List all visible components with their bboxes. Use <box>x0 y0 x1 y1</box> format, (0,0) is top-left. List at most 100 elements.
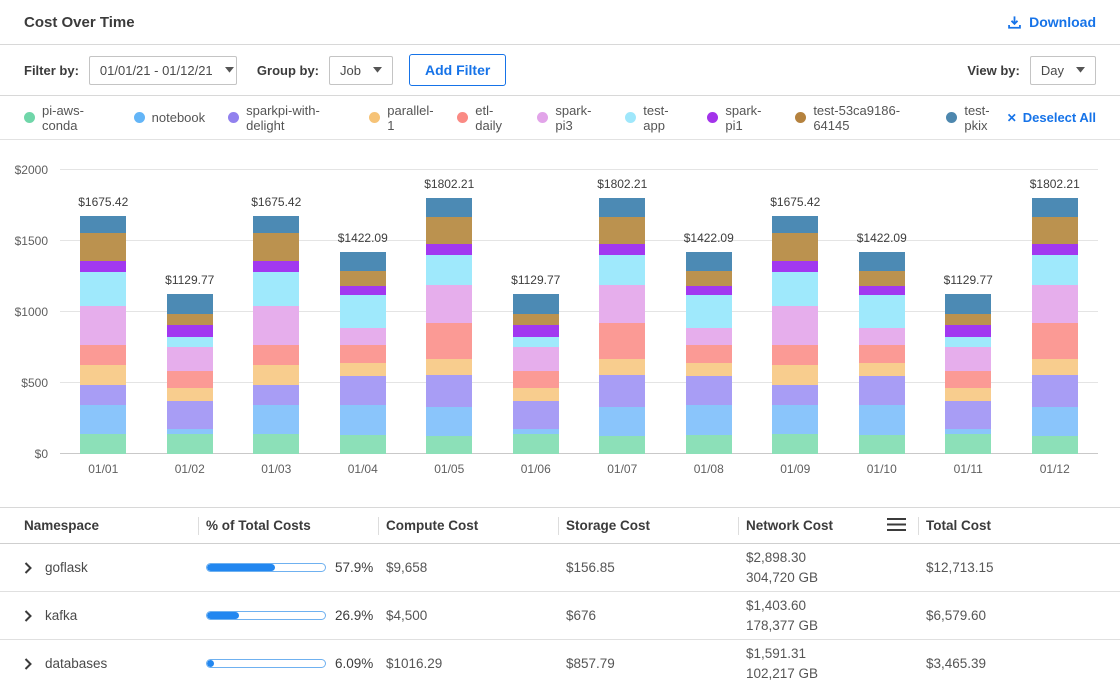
legend-item-pi-aws-conda[interactable]: pi-aws-conda <box>24 103 111 133</box>
bar-segment-spark-pi3[interactable] <box>426 285 472 322</box>
bar-segment-test-53ca9186-64145[interactable] <box>599 217 645 244</box>
bar-segment-parallel-1[interactable] <box>599 359 645 374</box>
bar-segment-test-app[interactable] <box>599 255 645 286</box>
bar-segment-etl-daily[interactable] <box>945 371 991 388</box>
bar-segment-sparkpi-with-delight[interactable] <box>426 375 472 408</box>
bar-segment-test-app[interactable] <box>513 337 559 347</box>
bar-segment-notebook[interactable] <box>772 405 818 435</box>
bar-segment-pi-aws-conda[interactable] <box>1032 436 1078 454</box>
bar-segment-etl-daily[interactable] <box>513 371 559 388</box>
bar-segment-test-53ca9186-64145[interactable] <box>167 314 213 326</box>
bar-stack[interactable] <box>772 216 818 454</box>
bar-segment-test-app[interactable] <box>426 255 472 286</box>
bar-segment-spark-pi3[interactable] <box>1032 285 1078 322</box>
bar-segment-test-pkix[interactable] <box>859 252 905 271</box>
bar-segment-etl-daily[interactable] <box>426 323 472 359</box>
bar-segment-notebook[interactable] <box>426 407 472 436</box>
legend-item-etl-daily[interactable]: etl-daily <box>457 103 514 133</box>
bar-segment-spark-pi1[interactable] <box>426 244 472 254</box>
bar-segment-spark-pi3[interactable] <box>340 328 386 345</box>
bar-segment-etl-daily[interactable] <box>167 371 213 388</box>
bar-segment-parallel-1[interactable] <box>945 388 991 401</box>
bar-segment-spark-pi3[interactable] <box>945 347 991 371</box>
expand-row-icon[interactable] <box>24 562 32 574</box>
add-filter-button[interactable]: Add Filter <box>409 54 506 86</box>
bar-segment-pi-aws-conda[interactable] <box>599 436 645 454</box>
bar-segment-pi-aws-conda[interactable] <box>859 435 905 454</box>
bar-stack[interactable] <box>859 252 905 454</box>
deselect-all-button[interactable]: ✕ Deselect All <box>1007 110 1096 125</box>
bar-stack[interactable] <box>513 294 559 454</box>
bar-segment-test-app[interactable] <box>340 295 386 327</box>
bar-stack[interactable] <box>426 198 472 454</box>
bar-segment-sparkpi-with-delight[interactable] <box>859 376 905 406</box>
bar-segment-parallel-1[interactable] <box>513 388 559 401</box>
bar-segment-test-app[interactable] <box>167 337 213 347</box>
bar-segment-spark-pi1[interactable] <box>340 286 386 295</box>
bar-segment-sparkpi-with-delight[interactable] <box>772 385 818 405</box>
bar-segment-sparkpi-with-delight[interactable] <box>253 385 299 405</box>
bar-segment-test-pkix[interactable] <box>945 294 991 314</box>
bar-segment-test-pkix[interactable] <box>426 198 472 217</box>
bar-segment-parallel-1[interactable] <box>772 365 818 385</box>
table-row[interactable]: goflask 57.9% $9,658 $156.85 $2,898.30 3… <box>0 544 1120 592</box>
bar-segment-test-53ca9186-64145[interactable] <box>426 217 472 244</box>
bar-segment-test-pkix[interactable] <box>167 294 213 314</box>
bar-segment-notebook[interactable] <box>599 407 645 436</box>
bar-segment-spark-pi1[interactable] <box>513 325 559 337</box>
bar-segment-spark-pi1[interactable] <box>686 286 732 295</box>
bar-segment-notebook[interactable] <box>859 405 905 435</box>
legend-item-test-app[interactable]: test-app <box>625 103 684 133</box>
bar-segment-notebook[interactable] <box>340 405 386 435</box>
bar-segment-spark-pi1[interactable] <box>772 261 818 272</box>
bar-segment-parallel-1[interactable] <box>1032 359 1078 374</box>
expand-row-icon[interactable] <box>24 610 32 622</box>
bar-segment-spark-pi3[interactable] <box>80 306 126 345</box>
download-button[interactable]: Download <box>1007 14 1096 30</box>
bar-segment-spark-pi3[interactable] <box>599 285 645 322</box>
legend-item-test-53ca9186-64145[interactable]: test-53ca9186-64145 <box>795 103 923 133</box>
bar-segment-test-app[interactable] <box>80 272 126 306</box>
bar-segment-test-pkix[interactable] <box>686 252 732 271</box>
bar-segment-test-53ca9186-64145[interactable] <box>340 271 386 286</box>
bar-segment-test-53ca9186-64145[interactable] <box>253 233 299 261</box>
bar-segment-sparkpi-with-delight[interactable] <box>513 401 559 429</box>
bar-segment-spark-pi3[interactable] <box>253 306 299 345</box>
bar-segment-spark-pi3[interactable] <box>513 347 559 371</box>
bar-segment-parallel-1[interactable] <box>426 359 472 374</box>
bar-segment-test-pkix[interactable] <box>513 294 559 314</box>
bar-segment-parallel-1[interactable] <box>340 363 386 375</box>
bar-segment-spark-pi1[interactable] <box>945 325 991 337</box>
bar-segment-spark-pi1[interactable] <box>80 261 126 272</box>
bar-segment-parallel-1[interactable] <box>686 363 732 375</box>
bar-segment-spark-pi3[interactable] <box>859 328 905 345</box>
bar-segment-test-53ca9186-64145[interactable] <box>80 233 126 261</box>
bar-segment-test-pkix[interactable] <box>253 216 299 233</box>
bar-stack[interactable] <box>686 252 732 454</box>
bar-segment-test-53ca9186-64145[interactable] <box>1032 217 1078 244</box>
bar-segment-pi-aws-conda[interactable] <box>340 435 386 454</box>
bar-segment-pi-aws-conda[interactable] <box>772 434 818 454</box>
bar-stack[interactable] <box>599 198 645 454</box>
table-row[interactable]: databases 6.09% $1016.29 $857.79 $1,591.… <box>0 640 1120 687</box>
date-range-select[interactable]: 01/01/21 - 01/12/21 <box>89 56 237 85</box>
bar-segment-etl-daily[interactable] <box>80 345 126 365</box>
bar-segment-parallel-1[interactable] <box>80 365 126 385</box>
bar-segment-test-app[interactable] <box>1032 255 1078 286</box>
bar-segment-notebook[interactable] <box>80 405 126 435</box>
bar-segment-test-app[interactable] <box>686 295 732 327</box>
bar-segment-test-53ca9186-64145[interactable] <box>945 314 991 326</box>
legend-item-sparkpi-with-delight[interactable]: sparkpi-with-delight <box>228 103 346 133</box>
bar-segment-test-53ca9186-64145[interactable] <box>772 233 818 261</box>
legend-item-parallel-1[interactable]: parallel-1 <box>369 103 434 133</box>
bar-segment-sparkpi-with-delight[interactable] <box>80 385 126 405</box>
bar-segment-spark-pi1[interactable] <box>599 244 645 254</box>
bar-stack[interactable] <box>253 216 299 454</box>
bar-segment-etl-daily[interactable] <box>859 345 905 364</box>
bar-segment-pi-aws-conda[interactable] <box>167 434 213 454</box>
expand-row-icon[interactable] <box>24 658 32 670</box>
bar-segment-test-app[interactable] <box>859 295 905 327</box>
bar-segment-pi-aws-conda[interactable] <box>513 434 559 454</box>
bar-segment-parallel-1[interactable] <box>167 388 213 401</box>
bar-segment-etl-daily[interactable] <box>253 345 299 365</box>
